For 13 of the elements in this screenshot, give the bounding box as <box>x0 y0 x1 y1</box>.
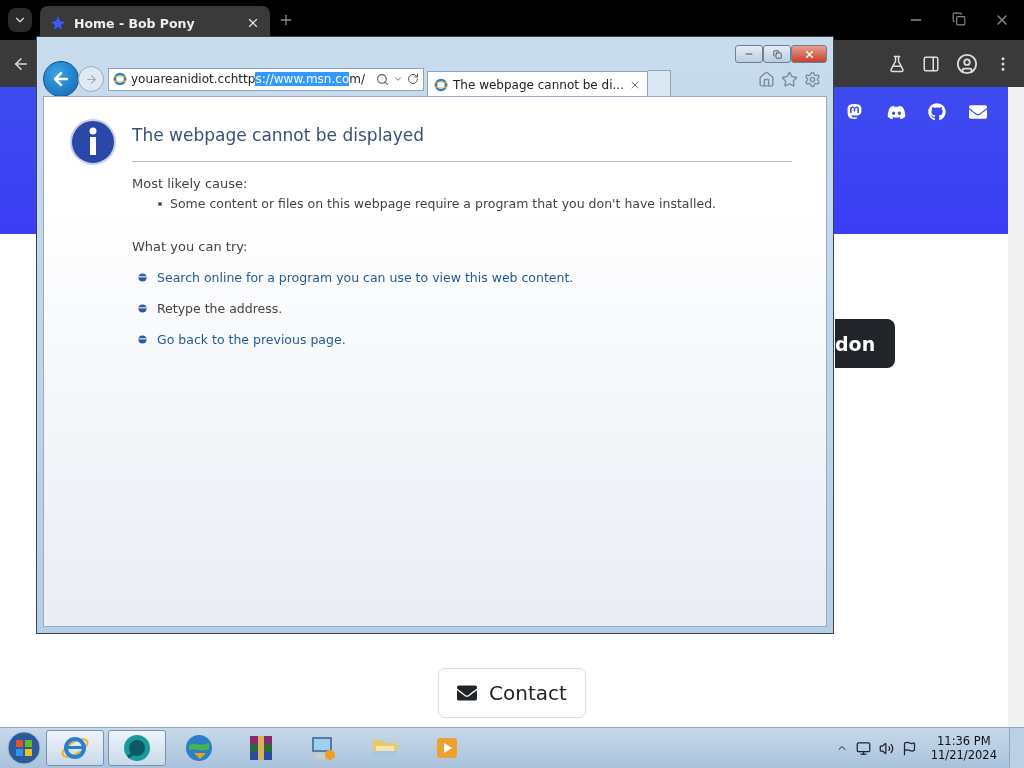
address-field[interactable]: youareanidiot.cchttps://www.msn.com/ <box>108 67 424 91</box>
suggestion-link[interactable]: Go back to the previous page. <box>157 332 346 347</box>
cause-text: Some content or files on this webpage require a program that you don't have installed. <box>170 196 717 211</box>
error-title: The webpage cannot be displayed <box>132 125 792 162</box>
cause-label: Most likely cause: <box>132 176 249 191</box>
try-label: What you can try: <box>132 239 249 254</box>
browser-tab[interactable]: The webpage cannot be di... <box>427 71 648 97</box>
contact-button[interactable]: Contact <box>438 668 586 718</box>
clock-time: 11:36 PM <box>937 734 991 748</box>
suggestion-link[interactable]: Search online for a program you can use to view this web content. <box>157 270 574 285</box>
social-button[interactable]: don <box>835 319 896 368</box>
clock-date: 11/21/2024 <box>930 748 997 762</box>
suggestion-text: Retype the address. <box>157 301 283 316</box>
